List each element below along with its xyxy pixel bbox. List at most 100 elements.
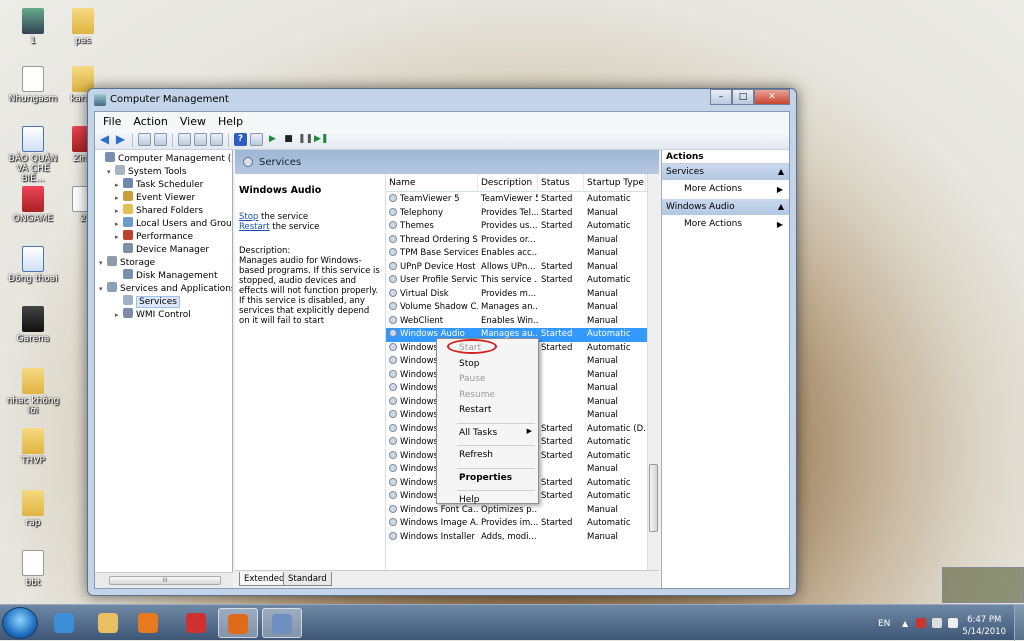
tree-item-wmi-control[interactable]: ▸ WMI Control bbox=[115, 308, 191, 321]
expander-icon[interactable]: ▾ bbox=[107, 166, 115, 179]
forward-icon[interactable]: ▶ bbox=[114, 133, 127, 146]
more-actions-services[interactable]: More Actions ▶ bbox=[662, 180, 789, 199]
menu-help[interactable]: Help bbox=[212, 115, 249, 128]
properties-icon[interactable] bbox=[178, 133, 191, 146]
table-row[interactable]: TPM Base Services Enables acc... Manual bbox=[386, 247, 647, 261]
collapse-icon[interactable]: ▲ bbox=[778, 164, 784, 180]
restart-service-link[interactable]: Restart bbox=[239, 222, 270, 232]
maximize-button[interactable]: □ bbox=[732, 89, 754, 105]
column-header-name[interactable]: Name bbox=[386, 174, 478, 192]
table-row[interactable]: Windows Image A... Provides im... Started A… bbox=[386, 517, 647, 531]
action-center-icon[interactable] bbox=[916, 618, 926, 628]
table-row[interactable]: TeamViewer 5 TeamViewer 5 Started Automatic bbox=[386, 193, 647, 207]
desktop-icon[interactable]: 1 bbox=[6, 8, 60, 46]
table-row[interactable]: Themes Provides us... Started Automatic bbox=[386, 220, 647, 234]
context-menu-properties[interactable]: Properties bbox=[459, 472, 512, 485]
taskbar-ie[interactable] bbox=[44, 608, 84, 638]
taskbar-firefox[interactable] bbox=[218, 608, 258, 638]
table-row[interactable]: WebClient Enables Win... Manual bbox=[386, 315, 647, 329]
tree-item-performance[interactable]: ▸ Performance bbox=[115, 230, 193, 243]
tree-item-event-viewer[interactable]: ▸ Event Viewer bbox=[115, 191, 195, 204]
tree-item-services[interactable]: Services bbox=[115, 295, 180, 308]
restart-service-icon[interactable]: ▶❚ bbox=[314, 133, 328, 146]
tray-arrow-icon[interactable]: ▲ bbox=[902, 619, 908, 628]
clock[interactable]: 6:47 PM 5/14/2010 bbox=[962, 614, 1006, 638]
show-desktop-button[interactable] bbox=[1014, 605, 1024, 641]
tab-extended[interactable]: Extended bbox=[239, 572, 290, 586]
language-indicator[interactable]: EN bbox=[878, 619, 890, 629]
refresh-icon[interactable] bbox=[194, 133, 207, 146]
expander-icon[interactable]: ▸ bbox=[115, 309, 123, 322]
tree-item-task-scheduler[interactable]: ▸ Task Scheduler bbox=[115, 178, 203, 191]
desktop-icon[interactable]: bbt bbox=[6, 550, 60, 588]
title-bar[interactable]: Computer Management – □ ✕ bbox=[88, 89, 796, 111]
column-header-status[interactable]: Status bbox=[538, 174, 584, 192]
context-menu-refresh[interactable]: Refresh bbox=[459, 449, 493, 462]
stop-service-icon[interactable]: ■ bbox=[282, 133, 295, 146]
table-row[interactable]: UPnP Device Host Allows UPn... Started Manu… bbox=[386, 261, 647, 275]
scrollbar-thumb[interactable] bbox=[649, 464, 658, 532]
minimize-button[interactable]: – bbox=[710, 89, 732, 105]
tree-item-computer-management-local[interactable]: Computer Management (Local) bbox=[97, 152, 232, 165]
desktop-icon[interactable]: rap bbox=[6, 490, 60, 528]
network-icon[interactable] bbox=[932, 618, 942, 628]
desktop-icon[interactable]: Đông thoai bbox=[6, 246, 60, 284]
menu-view[interactable]: View bbox=[174, 115, 212, 128]
column-header-description[interactable]: Description bbox=[478, 174, 538, 192]
table-row[interactable]: Virtual Disk Provides m... Manual bbox=[386, 288, 647, 302]
help-icon[interactable]: ? bbox=[234, 133, 247, 146]
volume-icon[interactable] bbox=[948, 618, 958, 628]
back-icon[interactable]: ◀ bbox=[98, 133, 111, 146]
pause-service-icon[interactable]: ❚❚ bbox=[298, 133, 313, 146]
table-row[interactable]: Telephony Provides Tel... Started Manual bbox=[386, 207, 647, 221]
table-row[interactable]: Thread Ordering S... Provides or... Manual bbox=[386, 234, 647, 248]
tree-item-system-tools[interactable]: ▾ System Tools bbox=[107, 165, 187, 178]
table-row[interactable]: Volume Shadow C... Manages an... Manual bbox=[386, 301, 647, 315]
table-row[interactable]: Windows Font Ca... Optimizes p... Manual bbox=[386, 504, 647, 518]
tree-item-storage[interactable]: ▾ Storage bbox=[99, 256, 155, 269]
action-pane-icon[interactable] bbox=[250, 133, 263, 146]
services-vertical-scrollbar[interactable] bbox=[647, 174, 659, 570]
tree-item-local-users-and-groups[interactable]: ▸ Local Users and Groups bbox=[115, 217, 232, 230]
more-actions-windows-audio[interactable]: More Actions ▶ bbox=[662, 215, 789, 234]
taskbar-explorer[interactable] bbox=[88, 608, 128, 638]
desktop-icon[interactable]: Garena bbox=[6, 306, 60, 344]
table-row[interactable]: Windows Installer Adds, modi... Manual bbox=[386, 531, 647, 545]
desktop-icon[interactable]: THVP bbox=[6, 428, 60, 466]
desktop-icon[interactable]: ONGAME bbox=[6, 186, 60, 224]
show-hide-tree-icon[interactable] bbox=[154, 133, 167, 146]
tree-item-disk-management[interactable]: Disk Management bbox=[115, 269, 217, 282]
context-menu-stop[interactable]: Stop bbox=[459, 358, 479, 371]
desktop-icon[interactable]: pas bbox=[56, 8, 110, 46]
tree-horizontal-scrollbar[interactable]: III bbox=[95, 572, 233, 588]
expander-icon[interactable]: ▾ bbox=[99, 283, 107, 296]
menu-action[interactable]: Action bbox=[127, 115, 173, 128]
taskbar-unikey[interactable] bbox=[176, 608, 216, 638]
tree-item-device-manager[interactable]: Device Manager bbox=[115, 243, 209, 256]
table-row[interactable]: User Profile Service This service ... Star… bbox=[386, 274, 647, 288]
collapse-icon[interactable]: ▲ bbox=[778, 199, 784, 215]
menu-file[interactable]: File bbox=[97, 115, 127, 128]
start-service-icon[interactable]: ▶ bbox=[266, 133, 279, 146]
desktop-icon[interactable]: Nhungasm bbox=[6, 66, 60, 104]
desktop-icon[interactable]: BẢO QUẢN VÀ CHẾ BIẾ... bbox=[6, 126, 60, 184]
desktop-icon[interactable]: nhac không lời bbox=[6, 368, 60, 416]
tree-item-shared-folders[interactable]: ▸ Shared Folders bbox=[115, 204, 203, 217]
context-menu-restart[interactable]: Restart bbox=[459, 404, 491, 417]
up-folder-icon[interactable] bbox=[138, 133, 151, 146]
actions-section-services[interactable]: Services ▲ bbox=[662, 164, 789, 180]
close-button[interactable]: ✕ bbox=[754, 89, 790, 105]
context-menu-help[interactable]: Help bbox=[459, 494, 480, 507]
stop-service-link[interactable]: Stop bbox=[239, 212, 258, 222]
tree-item-services-and-applications[interactable]: ▾ Services and Applications bbox=[99, 282, 232, 296]
tab-standard[interactable]: Standard bbox=[283, 572, 332, 586]
start-button[interactable] bbox=[2, 607, 38, 639]
context-menu-all-tasks[interactable]: All Tasks bbox=[459, 427, 497, 440]
export-list-icon[interactable] bbox=[210, 133, 223, 146]
scrollbar-thumb[interactable]: III bbox=[109, 576, 221, 585]
column-header-startup-type[interactable]: Startup Type bbox=[584, 174, 646, 192]
taskbar-computer-management[interactable] bbox=[262, 608, 302, 638]
taskbar-media-player[interactable] bbox=[128, 608, 168, 638]
actions-section-windows-audio[interactable]: Windows Audio ▲ bbox=[662, 199, 789, 215]
expander-icon[interactable]: ▾ bbox=[99, 257, 107, 270]
